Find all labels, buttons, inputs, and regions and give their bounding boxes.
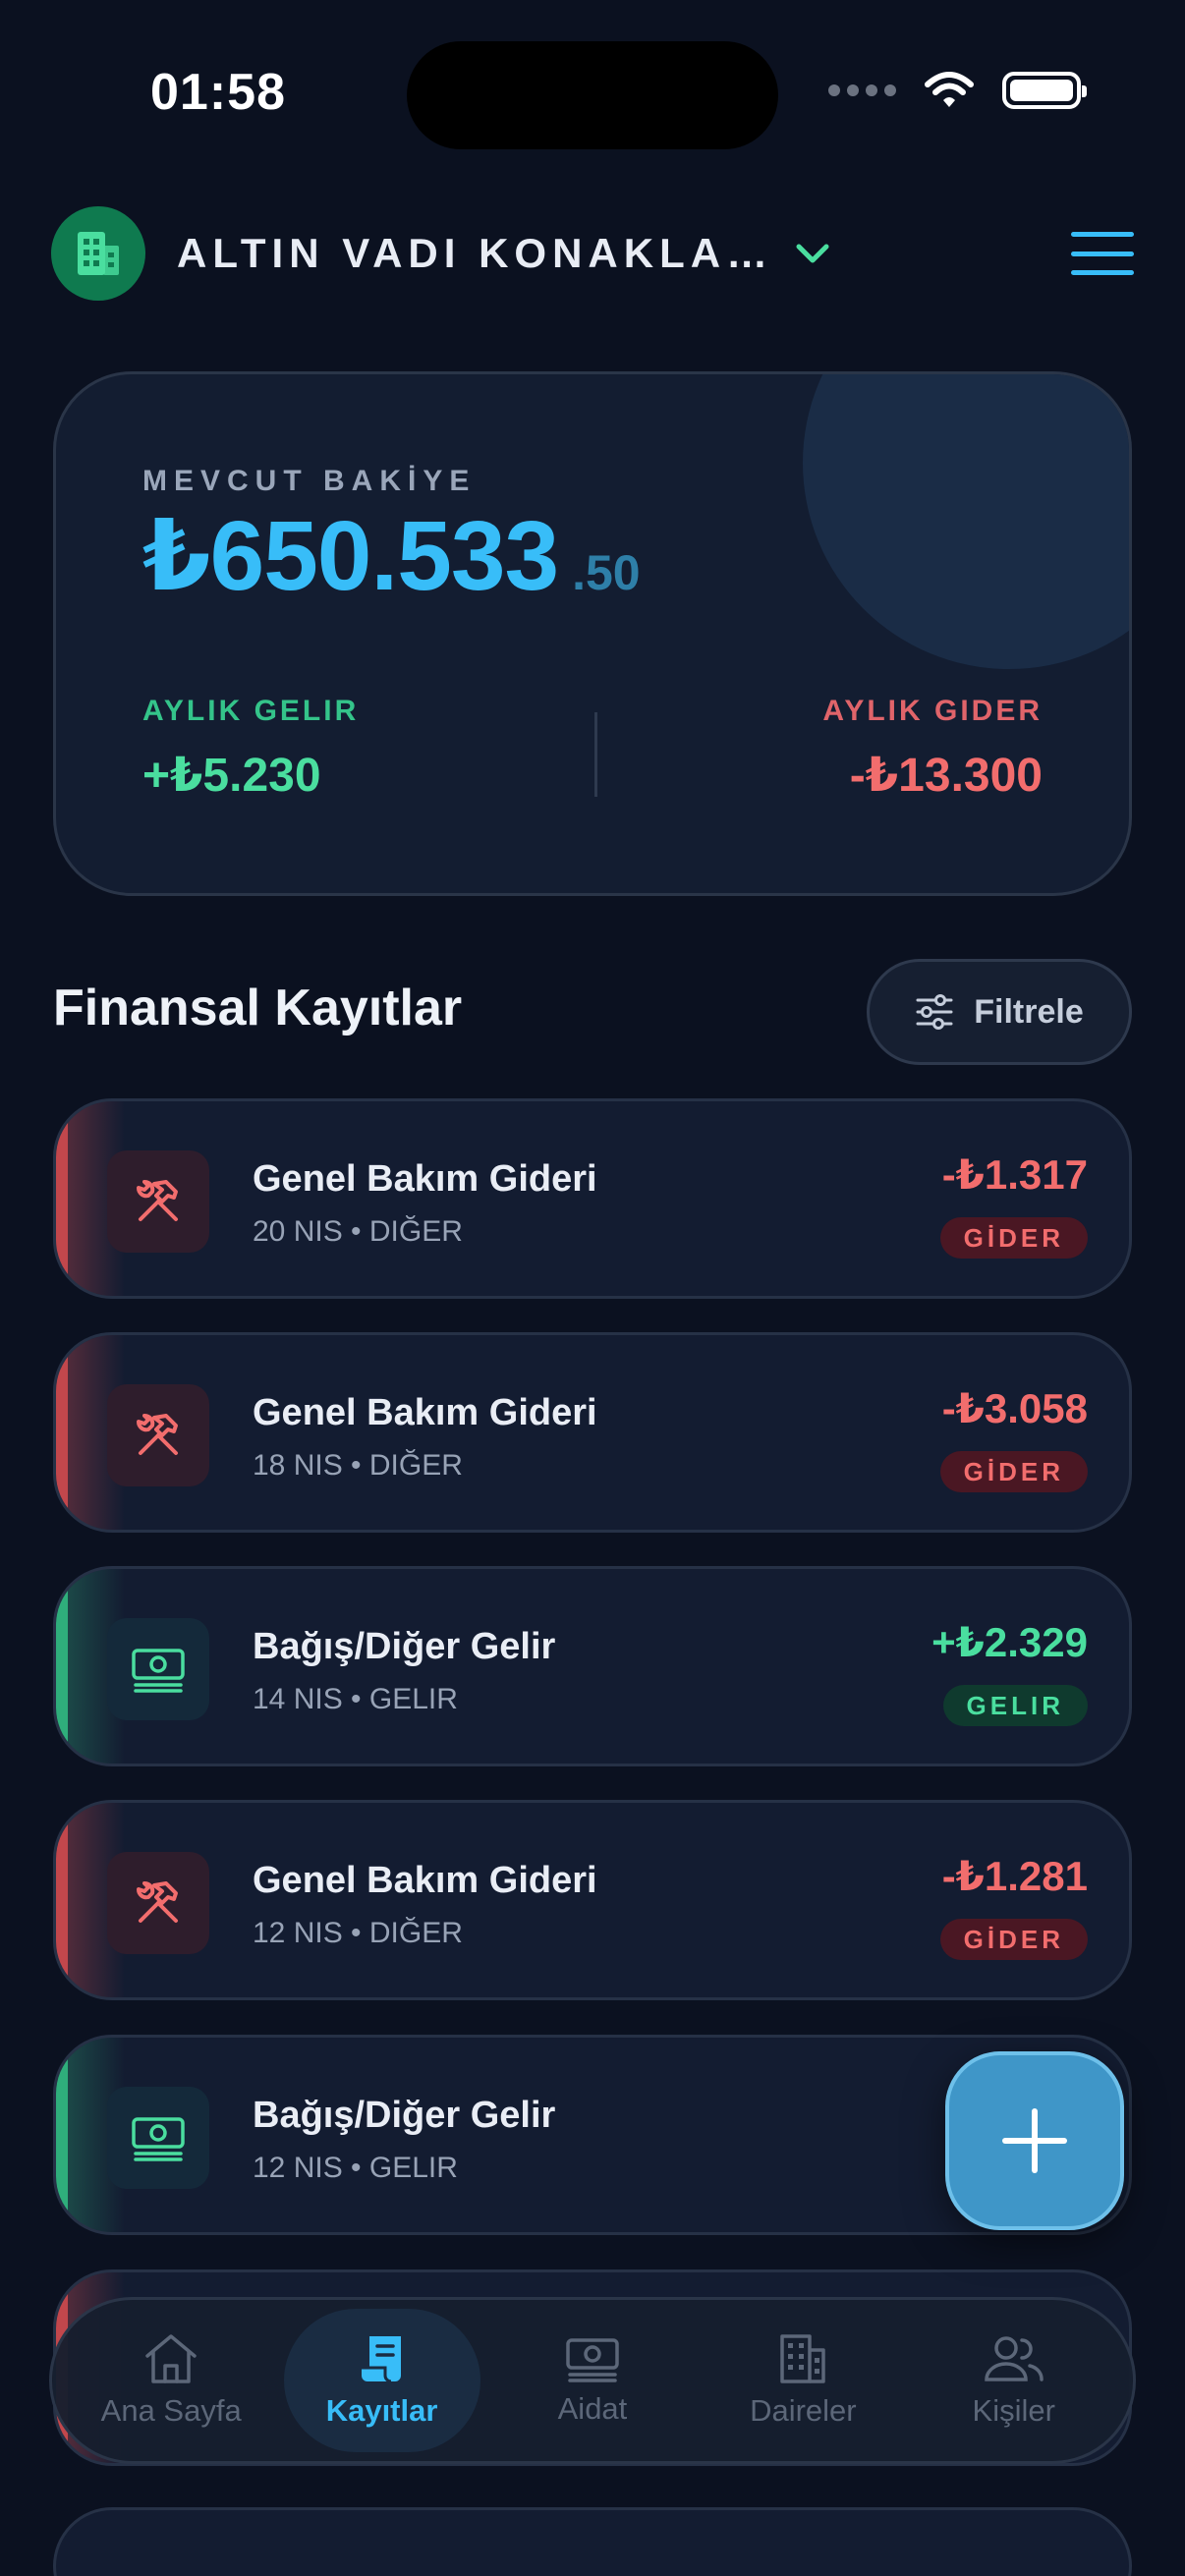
wifi-icon bbox=[925, 72, 974, 107]
balance-main: ₺650.533 bbox=[142, 501, 559, 611]
record-title: Bağış/Diğer Gelir bbox=[253, 2095, 556, 2136]
record-type-badge: GİDER bbox=[939, 1217, 1088, 1259]
monthly-income-label: AYLIK GELIR bbox=[142, 695, 360, 727]
home-icon bbox=[145, 2334, 197, 2383]
record-icon-box bbox=[107, 2087, 209, 2189]
record-subtitle: 18 NIS • DIĞER bbox=[253, 1449, 463, 1482]
tab-kayitlar[interactable]: Kayıtlar bbox=[283, 2309, 480, 2452]
record-item[interactable]: Genel Bakım Gideri 12 NIS • DIĞER -₺1.28… bbox=[53, 1800, 1132, 2000]
tab-label: Kayıtlar bbox=[325, 2393, 438, 2428]
record-title: Genel Bakım Gideri bbox=[253, 1860, 597, 1901]
tab-aidat[interactable]: Aidat bbox=[494, 2309, 691, 2452]
record-icon-box bbox=[107, 1150, 209, 1253]
chevron-down-icon[interactable] bbox=[795, 242, 830, 265]
record-subtitle: 14 NIS • GELIR bbox=[253, 1683, 458, 1715]
building-avatar[interactable] bbox=[51, 206, 145, 301]
monthly-income-value: +₺5.230 bbox=[142, 750, 321, 802]
record-title: Genel Bakım Gideri bbox=[253, 1158, 597, 1200]
record-title: Bağış/Diğer Gelir bbox=[253, 1626, 556, 1667]
balance-card: MEVCUT BAKİYE ₺650.533 .50 AYLIK GELIR +… bbox=[53, 371, 1132, 896]
monthly-expense-value: -₺13.300 bbox=[849, 750, 1043, 802]
building-icon bbox=[780, 2334, 826, 2383]
tab-label: Daireler bbox=[750, 2393, 857, 2428]
sliders-icon bbox=[916, 994, 953, 1030]
record-amount: -₺1.317 bbox=[941, 1151, 1088, 1198]
record-amount: -₺3.058 bbox=[941, 1385, 1088, 1431]
record-type-badge: GİDER bbox=[939, 1451, 1088, 1492]
add-record-button[interactable] bbox=[945, 2051, 1124, 2230]
tab-kisiler[interactable]: Kişiler bbox=[916, 2309, 1112, 2452]
record-icon-box bbox=[107, 1618, 209, 1720]
users-icon bbox=[984, 2336, 1044, 2381]
banknote-icon bbox=[132, 2117, 185, 2161]
receipt-icon bbox=[361, 2336, 401, 2383]
hammer-wrench-icon bbox=[137, 1881, 178, 1923]
record-item[interactable]: Genel Bakım Gideri 18 NIS • DIĞER -₺3.05… bbox=[53, 1332, 1132, 1533]
record-amount: -₺1.281 bbox=[941, 1853, 1088, 1899]
hammer-wrench-icon bbox=[137, 1180, 178, 1221]
app-header: ALTIN VADI KONAKLA… bbox=[51, 206, 1134, 301]
record-subtitle: 20 NIS • DIĞER bbox=[253, 1215, 463, 1248]
building-selector-title[interactable]: ALTIN VADI KONAKLA… bbox=[177, 230, 773, 277]
record-title: Genel Bakım Gideri bbox=[253, 1392, 597, 1433]
divider bbox=[594, 712, 597, 797]
screen: 01:58 ALTIN VADI KONAKLA… MEVCUT BAKİYE … bbox=[0, 0, 1185, 2576]
record-subtitle: 12 NIS • DIĞER bbox=[253, 1917, 463, 1949]
dynamic-island bbox=[407, 41, 778, 149]
battery-icon bbox=[1002, 72, 1087, 109]
record-type-badge: GELIR bbox=[942, 1685, 1088, 1726]
tab-label: Kişiler bbox=[972, 2393, 1055, 2428]
balance-amount: ₺650.533 .50 bbox=[142, 498, 641, 613]
tab-label: Aidat bbox=[557, 2391, 628, 2426]
record-subtitle: 12 NIS • GELIR bbox=[253, 2152, 458, 2184]
balance-cents: .50 bbox=[572, 545, 641, 600]
record-icon-box bbox=[107, 1852, 209, 1954]
building-icon bbox=[78, 232, 119, 275]
record-item[interactable]: Genel Bakım Gideri 20 NIS • DIĞER -₺1.31… bbox=[53, 1098, 1132, 1299]
record-amount: +₺2.329 bbox=[931, 1619, 1088, 1665]
bottom-tab-bar: Ana Sayfa Kayıtlar Aidat Daireler Kişile… bbox=[49, 2297, 1136, 2464]
record-item[interactable]: Bağış/Diğer Gelir 14 NIS • GELIR +₺2.329… bbox=[53, 1566, 1132, 1766]
record-item[interactable] bbox=[53, 2507, 1132, 2576]
filter-label: Filtrele bbox=[974, 992, 1084, 1031]
banknote-icon bbox=[566, 2338, 619, 2382]
banknote-icon bbox=[132, 1649, 185, 1693]
balance-label: MEVCUT BAKİYE bbox=[142, 465, 477, 497]
plus-icon bbox=[1002, 2108, 1067, 2173]
tab-ana-sayfa[interactable]: Ana Sayfa bbox=[73, 2309, 269, 2452]
status-time: 01:58 bbox=[150, 64, 286, 121]
status-icons bbox=[828, 71, 1087, 110]
tab-daireler[interactable]: Daireler bbox=[705, 2309, 901, 2452]
cellular-signal-icon bbox=[828, 84, 896, 96]
monthly-expense-label: AYLIK GIDER bbox=[822, 695, 1043, 727]
record-type-badge: GİDER bbox=[939, 1919, 1088, 1960]
section-title: Finansal Kayıtlar bbox=[53, 980, 463, 1036]
record-icon-box bbox=[107, 1384, 209, 1486]
hamburger-menu-icon[interactable] bbox=[1071, 232, 1134, 275]
filter-button[interactable]: Filtrele bbox=[867, 959, 1132, 1065]
decorative-circle bbox=[803, 374, 1129, 669]
hammer-wrench-icon bbox=[137, 1414, 178, 1455]
tab-label: Ana Sayfa bbox=[100, 2393, 242, 2428]
